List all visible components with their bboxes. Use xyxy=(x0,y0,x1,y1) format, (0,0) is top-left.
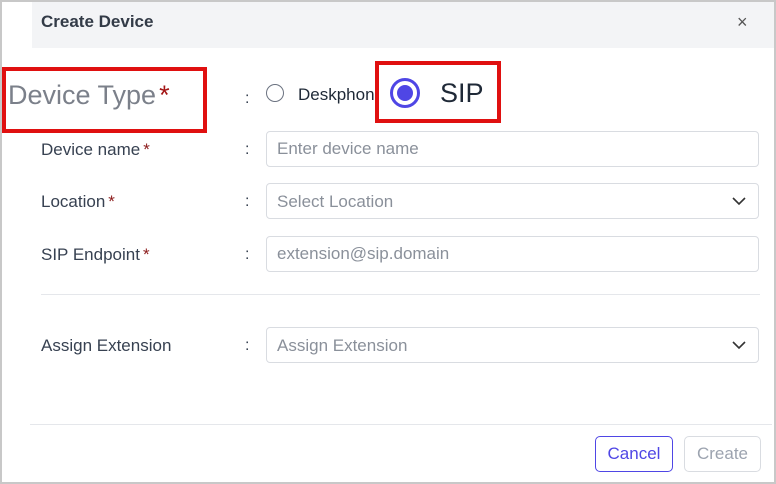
radio-sip-dot xyxy=(397,85,413,101)
device-name-label-text: Device name xyxy=(41,140,141,159)
assign-extension-select[interactable]: Assign Extension xyxy=(266,327,759,363)
device-type-label-text: Device Type xyxy=(8,80,157,110)
create-button[interactable]: Create xyxy=(684,436,761,472)
assign-extension-placeholder: Assign Extension xyxy=(277,336,408,355)
required-mark: * xyxy=(159,80,170,110)
radio-sip-label[interactable]: SIP xyxy=(440,78,484,109)
radio-deskphone-label[interactable]: Deskphone xyxy=(298,85,376,105)
assign-extension-colon: : xyxy=(245,337,250,354)
device-name-field xyxy=(266,131,759,167)
required-mark: * xyxy=(142,245,150,264)
close-icon[interactable]: × xyxy=(737,12,748,33)
chevron-down-icon xyxy=(732,341,746,350)
sip-endpoint-label: SIP Endpoint * xyxy=(41,245,150,265)
device-name-colon: : xyxy=(245,141,250,158)
required-mark: * xyxy=(108,192,115,211)
location-select-placeholder: Select Location xyxy=(277,192,394,211)
location-label-text: Location xyxy=(41,192,106,211)
device-name-input[interactable] xyxy=(267,132,758,166)
device-type-colon: : xyxy=(245,90,250,107)
footer-divider xyxy=(30,424,772,425)
device-name-label: Device name * xyxy=(41,140,150,160)
sip-endpoint-input[interactable] xyxy=(267,237,758,271)
device-type-label: Device Type * xyxy=(8,80,170,111)
required-mark: * xyxy=(143,140,150,159)
radio-sip[interactable] xyxy=(390,78,420,108)
dialog-title: Create Device xyxy=(41,12,154,31)
location-select[interactable]: Select Location xyxy=(266,183,759,219)
location-label: Location * xyxy=(41,192,115,212)
sip-endpoint-label-text: SIP Endpoint xyxy=(41,245,140,264)
radio-deskphone[interactable] xyxy=(266,84,284,102)
sip-endpoint-colon: : xyxy=(245,246,250,263)
location-colon: : xyxy=(245,193,250,210)
assign-extension-label: Assign Extension xyxy=(41,336,172,355)
sip-endpoint-field xyxy=(266,236,759,272)
chevron-down-icon xyxy=(732,197,746,206)
cancel-button[interactable]: Cancel xyxy=(595,436,673,472)
section-divider xyxy=(41,294,760,295)
